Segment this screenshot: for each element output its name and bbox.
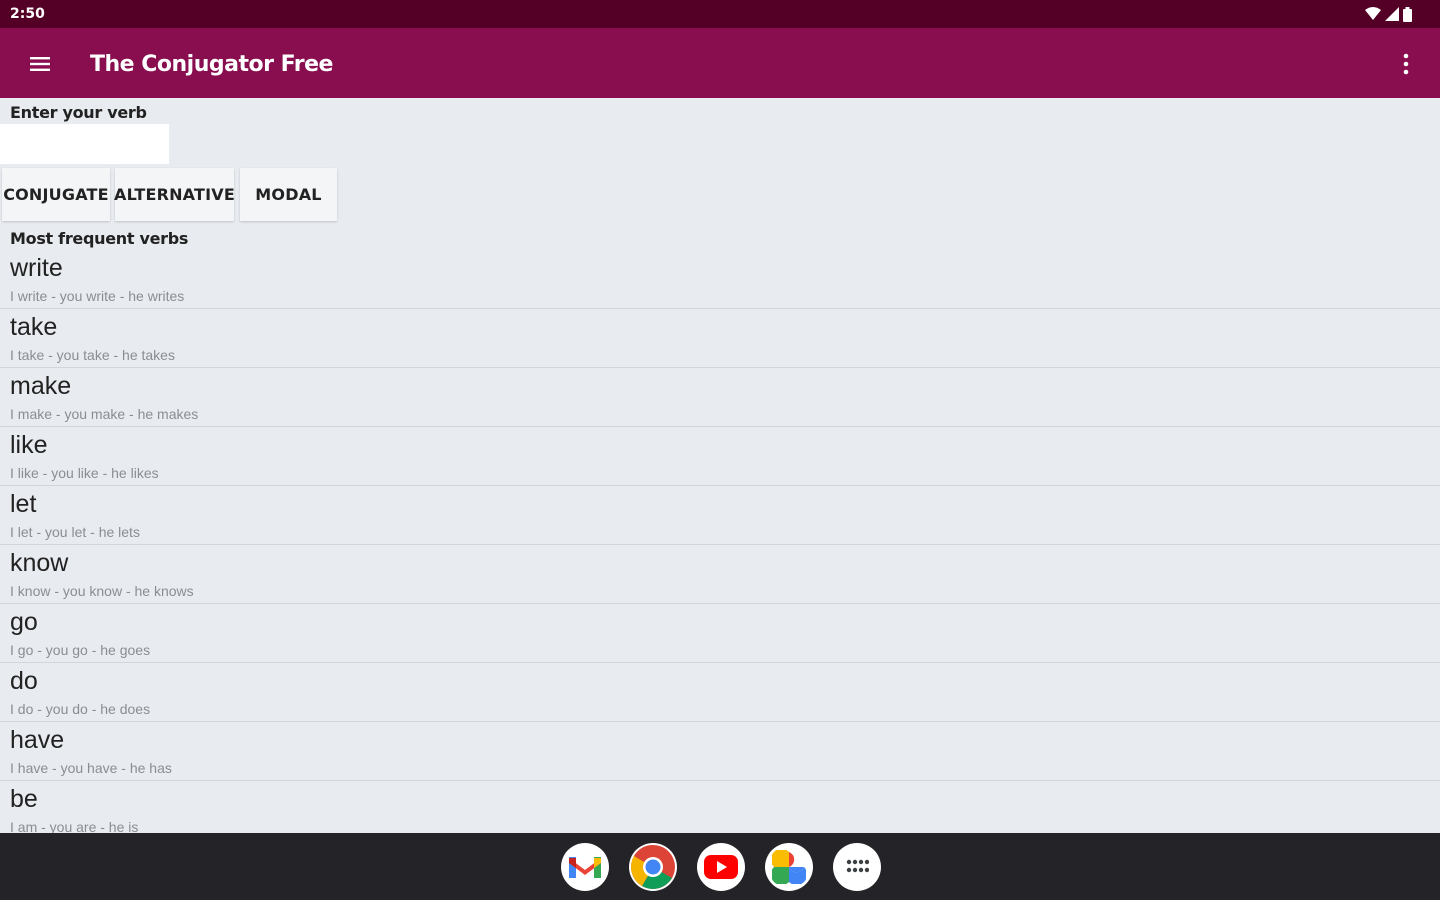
alternative-button[interactable]: ALTERNATIVE — [114, 168, 235, 221]
app-drawer-icon[interactable] — [833, 843, 881, 891]
verb-forms: I know - you know - he knows — [10, 583, 194, 599]
app-bar: The Conjugator Free — [0, 28, 1440, 98]
verb-name: let — [10, 490, 37, 518]
chrome-icon[interactable] — [629, 843, 677, 891]
verb-forms: I let - you let - he lets — [10, 524, 140, 540]
verb-list: write I write - you write - he writes ta… — [0, 250, 1440, 833]
navigation-bar — [0, 833, 1440, 900]
verb-input-label: Enter your verb — [10, 103, 147, 122]
verb-forms: I write - you write - he writes — [10, 288, 185, 304]
verb-forms: I do - you do - he does — [10, 701, 151, 717]
battery-icon — [1403, 6, 1412, 22]
verb-input[interactable] — [0, 124, 169, 164]
verb-name: write — [10, 254, 63, 282]
menu-icon[interactable] — [28, 54, 52, 74]
overflow-menu-icon[interactable] — [1396, 52, 1416, 76]
app-title: The Conjugator Free — [90, 52, 333, 77]
verb-item-take[interactable]: take I take - you take - he takes — [0, 309, 1440, 368]
main-content: Enter your verb CONJUGATE ALTERNATIVE MO… — [0, 98, 1440, 833]
verb-forms: I go - you go - he goes — [10, 642, 151, 658]
youtube-icon[interactable] — [697, 843, 745, 891]
verb-forms: I am - you are - he is — [10, 819, 139, 833]
verb-name: know — [10, 549, 69, 577]
verb-item-make[interactable]: make I make - you make - he makes — [0, 368, 1440, 427]
wifi-icon — [1365, 7, 1381, 20]
conjugate-button[interactable]: CONJUGATE — [2, 168, 110, 221]
verb-forms: I make - you make - he makes — [10, 406, 199, 422]
app-dock — [561, 843, 881, 891]
modal-button[interactable]: MODAL — [240, 168, 337, 221]
verb-item-be[interactable]: be I am - you are - he is — [0, 781, 1440, 833]
verb-forms: I like - you like - he likes — [10, 465, 159, 481]
verb-item-have[interactable]: have I have - you have - he has — [0, 722, 1440, 781]
frequent-verbs-header: Most frequent verbs — [10, 229, 189, 248]
verb-name: have — [10, 726, 65, 754]
gmail-icon[interactable] — [561, 843, 609, 891]
verb-name: like — [10, 431, 48, 459]
status-time: 2:50 — [10, 6, 45, 22]
verb-name: make — [10, 372, 72, 400]
verb-name: go — [10, 608, 38, 636]
verb-name: do — [10, 667, 38, 695]
verb-item-like[interactable]: like I like - you like - he likes — [0, 427, 1440, 486]
status-bar: 2:50 — [0, 0, 1440, 28]
verb-forms: I have - you have - he has — [10, 760, 172, 776]
verb-item-do[interactable]: do I do - you do - he does — [0, 663, 1440, 722]
verb-forms: I take - you take - he takes — [10, 347, 175, 363]
verb-name: be — [10, 785, 38, 813]
verb-item-let[interactable]: let I let - you let - he lets — [0, 486, 1440, 545]
verb-item-know[interactable]: know I know - you know - he knows — [0, 545, 1440, 604]
photos-icon[interactable] — [765, 843, 813, 891]
signal-icon — [1385, 7, 1399, 21]
verb-name: take — [10, 313, 58, 341]
status-icons — [1365, 6, 1412, 22]
verb-item-go[interactable]: go I go - you go - he goes — [0, 604, 1440, 663]
verb-item-write[interactable]: write I write - you write - he writes — [0, 250, 1440, 309]
